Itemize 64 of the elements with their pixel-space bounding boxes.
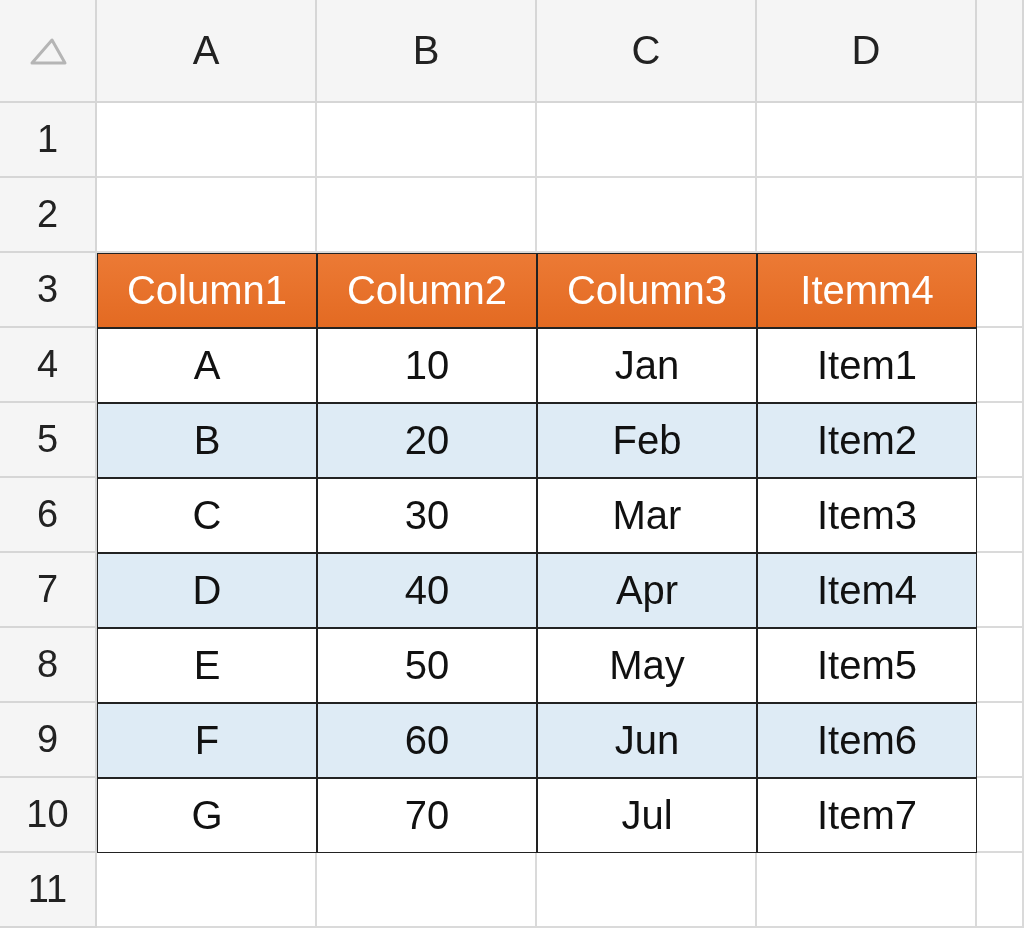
column-header[interactable]: C (537, 0, 757, 103)
empty-cell[interactable] (977, 553, 1024, 628)
empty-cell[interactable] (757, 853, 977, 928)
table-cell: B (97, 403, 317, 478)
table-cell: Mar (537, 478, 757, 553)
table-header-cell: Itemm4 (757, 253, 977, 328)
empty-cell[interactable] (317, 103, 537, 178)
table-header-cell: Column3 (537, 253, 757, 328)
row-number[interactable]: 6 (0, 478, 97, 553)
table-cell: Jan (537, 328, 757, 403)
table-cell: 40 (317, 553, 537, 628)
table-cell: Item2 (757, 403, 977, 478)
row-number[interactable]: 8 (0, 628, 97, 703)
table-cell: Feb (537, 403, 757, 478)
table-header-cell: Column1 (97, 253, 317, 328)
row-number[interactable]: 4 (0, 328, 97, 403)
table-cell: Item6 (757, 703, 977, 778)
table-cell: Apr (537, 553, 757, 628)
table-cell: 70 (317, 778, 537, 853)
column-header[interactable]: D (757, 0, 977, 103)
row-number[interactable]: 11 (0, 853, 97, 928)
row-number[interactable]: 1 (0, 103, 97, 178)
table-cell: Jul (537, 778, 757, 853)
column-header[interactable]: B (317, 0, 537, 103)
table-cell: Item7 (757, 778, 977, 853)
table-cell: 30 (317, 478, 537, 553)
empty-cell[interactable] (977, 628, 1024, 703)
table-cell: May (537, 628, 757, 703)
column-header[interactable]: A (97, 0, 317, 103)
empty-cell[interactable] (977, 853, 1024, 928)
table-cell: 10 (317, 328, 537, 403)
empty-cell[interactable] (757, 103, 977, 178)
table-cell: Item1 (757, 328, 977, 403)
row-number[interactable]: 7 (0, 553, 97, 628)
table-cell: G (97, 778, 317, 853)
table-cell: 20 (317, 403, 537, 478)
table-cell: Item3 (757, 478, 977, 553)
table-cell: 50 (317, 628, 537, 703)
row-number[interactable]: 2 (0, 178, 97, 253)
empty-cell[interactable] (537, 853, 757, 928)
empty-cell[interactable] (977, 178, 1024, 253)
table-cell: F (97, 703, 317, 778)
column-header[interactable] (977, 0, 1024, 103)
empty-cell[interactable] (537, 103, 757, 178)
table-cell: Item5 (757, 628, 977, 703)
row-number[interactable]: 9 (0, 703, 97, 778)
row-number[interactable]: 10 (0, 778, 97, 853)
table-cell: Jun (537, 703, 757, 778)
table-cell: C (97, 478, 317, 553)
row-number[interactable]: 3 (0, 253, 97, 328)
empty-cell[interactable] (317, 853, 537, 928)
empty-cell[interactable] (977, 403, 1024, 478)
table-cell: D (97, 553, 317, 628)
empty-cell[interactable] (977, 778, 1024, 853)
table-cell: 60 (317, 703, 537, 778)
table-cell: Item4 (757, 553, 977, 628)
table-header-cell: Column2 (317, 253, 537, 328)
row-number[interactable]: 5 (0, 403, 97, 478)
table-cell: A (97, 328, 317, 403)
empty-cell[interactable] (977, 328, 1024, 403)
empty-cell[interactable] (977, 478, 1024, 553)
empty-cell[interactable] (977, 253, 1024, 328)
empty-cell[interactable] (977, 703, 1024, 778)
table-cell: E (97, 628, 317, 703)
